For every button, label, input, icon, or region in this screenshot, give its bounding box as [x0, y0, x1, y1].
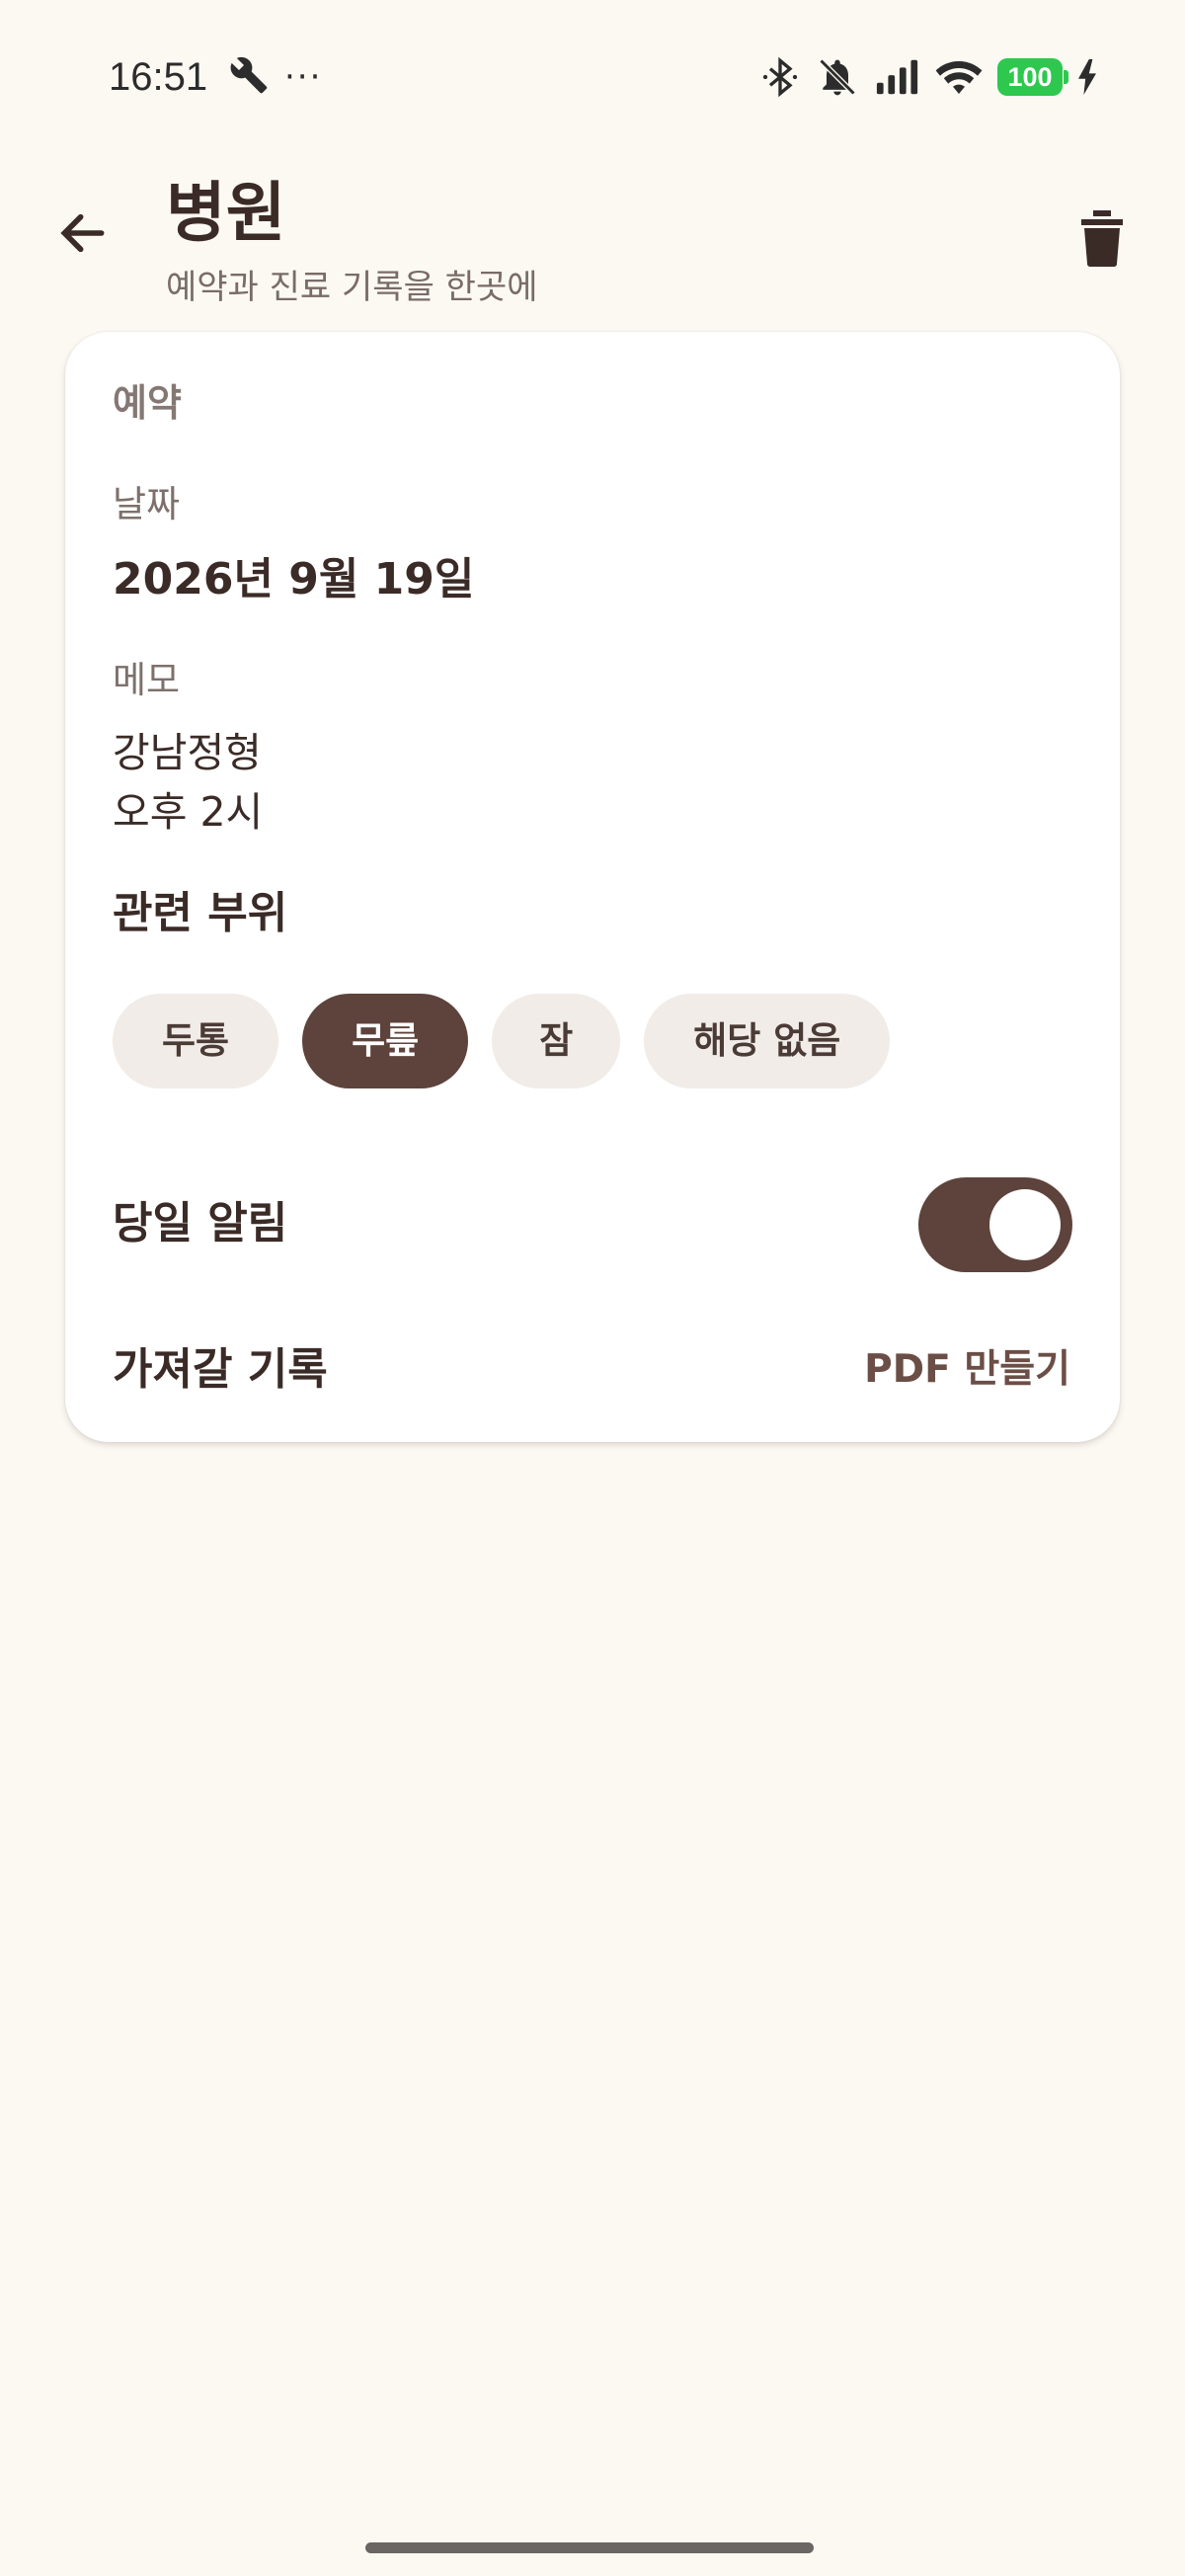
toggle-knob: [989, 1189, 1061, 1260]
chip-knee[interactable]: 무릎: [302, 994, 469, 1088]
records-label: 가져갈 기록: [113, 1344, 328, 1395]
back-arrow-icon[interactable]: [55, 205, 111, 261]
more-indicator: ···: [284, 57, 323, 97]
page-subtitle: 예약과 진료 기록을 한곳에: [166, 268, 538, 307]
wifi-icon: [934, 57, 984, 97]
back-button[interactable]: [47, 198, 118, 269]
status-time: 16:51: [109, 55, 208, 99]
bluetooth-icon: [760, 55, 800, 99]
home-indicator[interactable]: [365, 2542, 814, 2553]
chip-sleep[interactable]: 잠: [492, 994, 621, 1088]
make-pdf-button[interactable]: PDF 만들기: [864, 1339, 1070, 1401]
same-day-alarm-toggle[interactable]: [918, 1177, 1072, 1272]
wrench-icon: [229, 55, 273, 99]
silent-bell-icon: [814, 55, 861, 99]
appointment-card: 예약 날짜 2026년 9월 19일 메모 강남정형 오후 2시 관련 부위 두…: [65, 332, 1120, 1442]
date-value[interactable]: 2026년 9월 19일: [113, 549, 474, 610]
memo-line-2[interactable]: 오후 2시: [113, 782, 263, 842]
chip-headache[interactable]: 두통: [113, 994, 279, 1088]
chip-none[interactable]: 해당 없음: [644, 994, 891, 1088]
charging-icon: [1076, 59, 1098, 95]
date-label: 날짜: [113, 483, 181, 525]
related-area-title: 관련 부위: [113, 888, 288, 938]
trash-icon[interactable]: [1078, 207, 1126, 267]
section-heading: 예약: [113, 381, 182, 425]
memo-line-1[interactable]: 강남정형: [113, 723, 262, 782]
signal-icon: [875, 57, 920, 97]
status-icons: 100: [760, 49, 1098, 105]
page-title: 병원: [166, 175, 286, 251]
delete-button[interactable]: [1063, 198, 1142, 277]
battery-icon: 100: [997, 58, 1068, 96]
memo-label: 메모: [113, 659, 181, 701]
same-day-alarm-label: 당일 알림: [113, 1198, 288, 1248]
related-area-chips: 두통 무릎 잠 해당 없음: [113, 994, 891, 1088]
